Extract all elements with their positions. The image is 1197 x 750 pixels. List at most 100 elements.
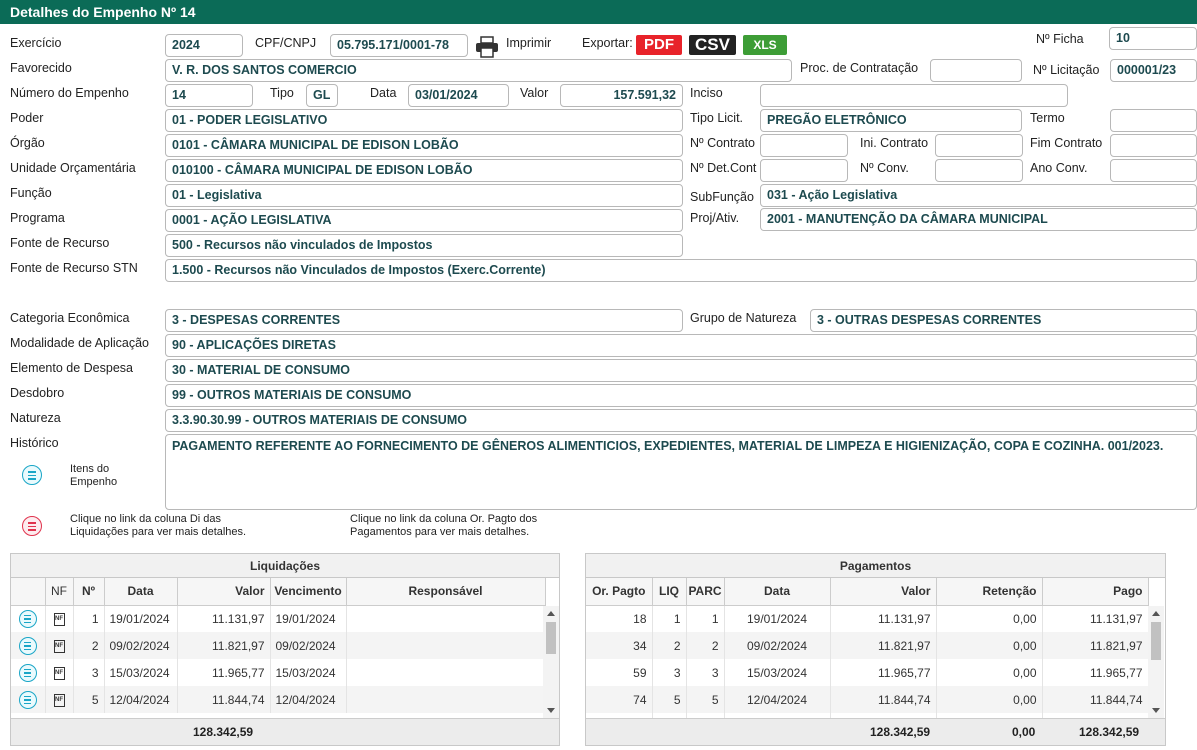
elemento-label: Elemento de Despesa (10, 361, 133, 375)
pag-row-retencao: 0,00 (936, 632, 1043, 659)
liq-row-nf-cell[interactable]: NF (45, 632, 74, 659)
liq-col-nf[interactable]: NF (45, 578, 74, 606)
cpf-field[interactable]: 05.795.171/0001-78 (330, 34, 468, 57)
pag-col-or[interactable]: Or. Pagto (586, 578, 653, 606)
export-pdf-button[interactable]: PDF (636, 35, 682, 55)
ano-conv-field[interactable] (1110, 159, 1197, 182)
itens-label[interactable]: Itens do Empenho (70, 463, 140, 489)
natureza-field[interactable]: 3.3.90.30.99 - OUTROS MATERIAIS DE CONSU… (165, 409, 1197, 432)
inciso-field[interactable] (760, 84, 1068, 107)
num-empenho-field[interactable]: 14 (165, 84, 253, 107)
exercicio-field[interactable]: 2024 (165, 34, 243, 57)
liq-row-nf-cell[interactable]: NF (45, 686, 74, 713)
elemento-field[interactable]: 30 - MATERIAL DE CONSUMO (165, 359, 1197, 382)
contrato-field[interactable] (760, 134, 848, 157)
liq-row-nf-cell[interactable]: NF (45, 659, 74, 686)
conv-field[interactable] (935, 159, 1023, 182)
pag-row-or-link[interactable]: 74 (586, 686, 653, 713)
pag-col-parc[interactable]: PARC (686, 578, 725, 606)
export-xls-button[interactable]: XLS (743, 35, 787, 55)
grupo-field[interactable]: 3 - OUTRAS DESPESAS CORRENTES (810, 309, 1197, 332)
pag-col-valor[interactable]: Valor (830, 578, 937, 606)
termo-field[interactable] (1110, 109, 1197, 132)
liq-scroll-down-icon[interactable] (547, 708, 555, 713)
liq-col-num[interactable]: Nº (73, 578, 105, 606)
funcao-field[interactable]: 01 - Legislativa (165, 184, 683, 207)
liq-row-responsavel (346, 632, 546, 659)
categoria-field[interactable]: 3 - DESPESAS CORRENTES (165, 309, 683, 332)
ini-contrato-label: Ini. Contrato (860, 136, 929, 150)
table-row[interactable]: NF 2 09/02/2024 11.821,97 09/02/2024 (11, 632, 546, 659)
table-row[interactable]: 74 5 5 12/04/2024 11.844,74 0,00 11.844,74 (586, 686, 1149, 713)
poder-field[interactable]: 01 - PODER LEGISLATIVO (165, 109, 683, 132)
list-icon[interactable] (18, 690, 37, 709)
historico-field[interactable]: PAGAMENTO REFERENTE AO FORNECIMENTO DE G… (165, 434, 1197, 510)
pag-scroll-up-icon[interactable] (1152, 611, 1160, 616)
proj-ativ-field[interactable]: 2001 - MANUTENÇÃO DA CÂMARA MUNICIPAL (760, 208, 1197, 231)
fonte-field[interactable]: 500 - Recursos não vinculados de Imposto… (165, 234, 683, 257)
ficha-field[interactable]: 10 (1109, 27, 1197, 50)
liq-scroll-thumb[interactable] (546, 622, 556, 654)
list-icon[interactable] (18, 663, 37, 682)
liq-col-vencimento[interactable]: Vencimento (270, 578, 347, 606)
pag-col-data[interactable]: Data (724, 578, 831, 606)
export-csv-button[interactable]: CSV (689, 35, 736, 55)
table-row[interactable]: 59 3 3 15/03/2024 11.965,77 0,00 11.965,77 (586, 659, 1149, 686)
pag-row-or-link[interactable]: 34 (586, 632, 653, 659)
liq-row-icon-cell[interactable] (11, 632, 46, 659)
pag-row-parc: 2 (686, 632, 725, 659)
pag-col-pago[interactable]: Pago (1042, 578, 1149, 606)
modalidade-field[interactable]: 90 - APLICAÇÕES DIRETAS (165, 334, 1197, 357)
ini-contrato-field[interactable] (935, 134, 1023, 157)
table-row[interactable]: NF 5 12/04/2024 11.844,74 12/04/2024 (11, 686, 546, 713)
pag-row-or-link[interactable]: 18 (586, 605, 653, 632)
nf-document-icon[interactable]: NF (53, 612, 65, 626)
pag-scroll-thumb[interactable] (1151, 622, 1161, 660)
orgao-field[interactable]: 0101 - CÂMARA MUNICIPAL DE EDISON LOBÃO (165, 134, 683, 157)
table-row[interactable]: NF 1 19/01/2024 11.131,97 19/01/2024 (11, 605, 546, 632)
list-icon[interactable] (18, 609, 37, 628)
liq-scroll-up-icon[interactable] (547, 611, 555, 616)
nf-document-icon[interactable]: NF (53, 639, 65, 653)
subfuncao-field[interactable]: 031 - Ação Legislativa (760, 184, 1197, 207)
liq-row-num: 3 (73, 659, 105, 686)
nf-document-icon[interactable]: NF (53, 666, 65, 680)
liq-row-icon-cell[interactable] (11, 605, 46, 632)
fim-contrato-field[interactable] (1110, 134, 1197, 157)
fonte-label: Fonte de Recurso (10, 236, 110, 250)
imprimir-link[interactable]: Imprimir (506, 36, 551, 50)
pagamentos-note: Clique no link da coluna Or. Pagto dos P… (350, 513, 538, 538)
liq-col-data[interactable]: Data (104, 578, 178, 606)
pag-scroll-down-icon[interactable] (1152, 708, 1160, 713)
table-row[interactable]: NF 3 15/03/2024 11.965,77 15/03/2024 (11, 659, 546, 686)
pag-col-retencao[interactable]: Retenção (936, 578, 1043, 606)
liq-row-nf-cell[interactable]: NF (45, 605, 74, 632)
natureza-label: Natureza (10, 411, 61, 425)
unidade-field[interactable]: 010100 - CÂMARA MUNICIPAL DE EDISON LOBÃ… (165, 159, 683, 182)
liq-col-valor[interactable]: Valor (177, 578, 271, 606)
pag-col-liq[interactable]: LIQ (652, 578, 687, 606)
proc-field[interactable] (930, 59, 1022, 82)
favorecido-field[interactable]: V. R. DOS SANTOS COMERCIO (165, 59, 792, 82)
tipo-field[interactable]: GL (306, 84, 338, 107)
list-icon[interactable] (18, 636, 37, 655)
table-row[interactable]: 18 1 1 19/01/2024 11.131,97 0,00 11.131,97 (586, 605, 1149, 632)
det-cont-field[interactable] (760, 159, 848, 182)
data-field[interactable]: 03/01/2024 (408, 84, 509, 107)
fonte-stn-field[interactable]: 1.500 - Recursos não Vinculados de Impos… (165, 259, 1197, 282)
itens-list-icon[interactable] (22, 465, 42, 485)
licitacao-field[interactable]: 000001/23 (1110, 59, 1197, 82)
liq-scrollbar[interactable] (543, 606, 559, 718)
liq-row-icon-cell[interactable] (11, 686, 46, 713)
pag-row-or-link[interactable]: 59 (586, 659, 653, 686)
pag-scrollbar[interactable] (1148, 606, 1164, 718)
tipo-licit-field[interactable]: PREGÃO ELETRÔNICO (760, 109, 1022, 132)
valor-field[interactable]: 157.591,32 (560, 84, 683, 107)
liq-row-icon-cell[interactable] (11, 659, 46, 686)
printer-icon[interactable] (475, 36, 499, 58)
programa-field[interactable]: 0001 - AÇÃO LEGISLATIVA (165, 209, 683, 232)
nf-document-icon[interactable]: NF (53, 693, 65, 707)
desdobro-field[interactable]: 99 - OUTROS MATERIAIS DE CONSUMO (165, 384, 1197, 407)
liq-col-responsavel[interactable]: Responsável (346, 578, 546, 606)
table-row[interactable]: 34 2 2 09/02/2024 11.821,97 0,00 11.821,97 (586, 632, 1149, 659)
